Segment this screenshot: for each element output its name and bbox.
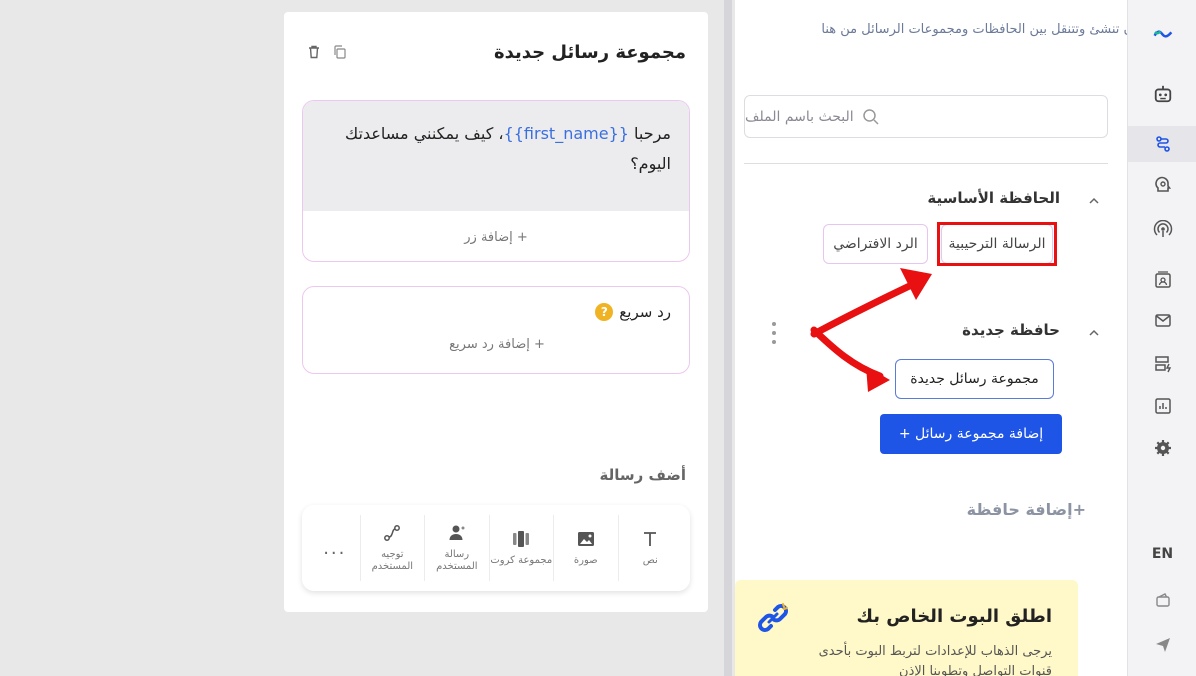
add-image-button[interactable]: صورة xyxy=(553,515,617,581)
chevron-up-icon[interactable] xyxy=(1087,194,1101,208)
wallet-icon[interactable] xyxy=(1128,582,1196,618)
folder-title[interactable]: حافظة جديدة xyxy=(962,321,1060,339)
message-group-card: مجموعة رسائل جديدة مرحبا {{first_name}}،… xyxy=(284,12,708,612)
user-icon xyxy=(449,525,465,540)
add-card-group-button[interactable]: مجموعة كروت xyxy=(488,515,553,581)
analytics-icon[interactable] xyxy=(1128,388,1196,424)
contacts-icon[interactable] xyxy=(1128,262,1196,298)
ai-brain-icon[interactable] xyxy=(1128,168,1196,204)
link-icon xyxy=(758,603,788,632)
chip-default-reply[interactable]: الرد الافتراضي xyxy=(823,224,928,264)
copy-icon[interactable] xyxy=(332,44,348,64)
toolbar-label: نص xyxy=(642,555,658,566)
route-icon xyxy=(384,525,401,541)
card-tools xyxy=(306,44,348,64)
help-icon[interactable]: ? xyxy=(595,303,614,321)
search-input[interactable]: البحث باسم الملف xyxy=(744,95,1108,138)
toolbar-label: صورة xyxy=(573,555,598,566)
more-options-button[interactable]: ... xyxy=(310,538,360,559)
chip-new-message-group[interactable]: مجموعة رسائل جديدة xyxy=(895,359,1054,399)
divider xyxy=(744,163,1108,164)
toolbar-label: مجموعة كروت xyxy=(490,555,553,566)
quick-reply-label: رد سريع xyxy=(619,303,671,321)
add-quick-reply-button[interactable]: + إضافة رد سريع xyxy=(303,337,691,352)
toolbar-label: رسالة المستخدم xyxy=(436,549,478,572)
add-message-heading: أضف رسالة xyxy=(599,466,686,484)
templates-icon[interactable] xyxy=(1128,346,1196,382)
message-variable: {{first_name}} xyxy=(503,124,629,143)
bot-icon[interactable] xyxy=(1128,76,1196,112)
kebab-menu-icon[interactable] xyxy=(770,322,778,348)
highlight-box xyxy=(937,222,1057,266)
promo-text: يرجى الذهاب للإعدادات لتربط البوت بأحدى … xyxy=(818,644,1052,676)
search-icon xyxy=(862,108,879,125)
send-icon[interactable] xyxy=(1128,626,1196,662)
quick-reply-title: رد سريع ? xyxy=(595,303,671,321)
chevron-up-icon[interactable] xyxy=(1087,326,1101,340)
add-user-message-button[interactable]: رسالة المستخدم xyxy=(424,515,488,581)
quick-reply-block: رد سريع ? + إضافة رد سريع xyxy=(302,286,690,374)
promo-title: اطلق البوت الخاص بك xyxy=(856,606,1052,627)
flows-icon[interactable] xyxy=(1128,126,1196,162)
delete-icon[interactable] xyxy=(306,44,322,64)
message-prefix: مرحبا xyxy=(628,124,671,143)
logo-icon[interactable] xyxy=(1128,16,1196,52)
icon-rail: EN xyxy=(1127,0,1196,676)
panel-resize-handle[interactable] xyxy=(724,0,732,676)
message-type-toolbar: نص صورة مجموعة كروت رسالة المستخدم توجيه… xyxy=(302,505,690,591)
cards-icon xyxy=(513,531,530,547)
broadcast-icon[interactable] xyxy=(1128,212,1196,248)
add-text-button[interactable]: نص xyxy=(617,515,682,581)
text-message-body[interactable]: مرحبا {{first_name}}، كيف يمكنني مساعدتك… xyxy=(303,101,689,211)
gear-icon[interactable] xyxy=(1128,430,1196,466)
text-icon xyxy=(644,532,657,546)
language-toggle[interactable]: EN xyxy=(1128,546,1196,568)
add-folder-button[interactable]: +إضافة حافظة xyxy=(946,500,1086,524)
folder-title[interactable]: الحافظة الأساسية xyxy=(927,189,1060,207)
add-button-button[interactable]: + إضافة زر xyxy=(303,211,689,261)
image-icon xyxy=(577,532,594,546)
text-message-block[interactable]: مرحبا {{first_name}}، كيف يمكنني مساعدتك… xyxy=(302,100,690,262)
add-message-group-button[interactable]: إضافة مجموعة رسائل + xyxy=(880,414,1062,454)
mail-icon[interactable] xyxy=(1128,302,1196,338)
route-user-button[interactable]: توجيه المستخدم xyxy=(359,515,424,581)
launch-bot-banner: اطلق البوت الخاص بك يرجى الذهاب للإعدادا… xyxy=(735,580,1078,676)
search-placeholder: البحث باسم الملف xyxy=(745,108,854,125)
toolbar-label: توجيه المستخدم xyxy=(371,549,414,572)
sidebar-hint: يمكنك أن تنشئ وتتنقل بين الحافظات ومجموع… xyxy=(821,22,1174,37)
card-title: مجموعة رسائل جديدة xyxy=(493,42,686,63)
